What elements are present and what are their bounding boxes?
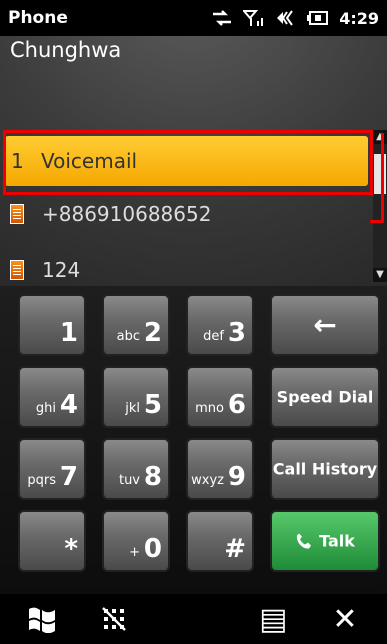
speed-dial-index: 1 <box>11 149 24 173</box>
key-1[interactable]: 1 <box>18 294 86 356</box>
close-icon: ✕ <box>332 601 358 637</box>
speed-dial-button[interactable]: Speed Dial <box>270 366 380 428</box>
key-star[interactable]: * <box>18 510 86 572</box>
contact-card-icon <box>10 204 24 224</box>
status-icons: 4:29 <box>211 9 379 28</box>
list-item[interactable]: +886910688652 <box>0 186 373 242</box>
key-5[interactable]: jkl 5 <box>102 366 170 428</box>
hide-keypad-button[interactable] <box>82 597 146 641</box>
key-8[interactable]: tuv 8 <box>102 438 170 500</box>
key-7[interactable]: pqrs 7 <box>18 438 86 500</box>
scroll-down-arrow-icon[interactable]: ▼ <box>373 268 387 282</box>
data-sync-icon <box>211 9 233 27</box>
key-4[interactable]: ghi 4 <box>18 366 86 428</box>
backspace-button[interactable]: ← <box>270 294 380 356</box>
dial-keypad: 1 abc 2 def 3 ← ghi 4 jkl 5 mno 6 Speed … <box>0 286 387 594</box>
status-time: 4:29 <box>339 8 379 28</box>
list-item[interactable]: 124 <box>0 242 373 282</box>
call-list[interactable]: 1 Voicemail +886910688652 124 <box>0 130 373 282</box>
windows-flag-icon <box>29 607 55 633</box>
annotation-connector <box>370 133 384 223</box>
contact-card-icon <box>10 260 24 280</box>
key-hash[interactable]: # <box>186 510 254 572</box>
key-9[interactable]: wxyz 9 <box>186 438 254 500</box>
backspace-icon: ← <box>313 308 337 342</box>
key-3[interactable]: def 3 <box>186 294 254 356</box>
close-button[interactable]: ✕ <box>313 597 377 641</box>
menu-button[interactable]: ▤ <box>241 597 305 641</box>
phone-screen: Phone 4:29 Chunghwa 1 Voicemail +8869106… <box>0 0 387 644</box>
talk-label: Talk <box>319 531 355 551</box>
app-title: Phone <box>8 8 68 28</box>
key-6[interactable]: mno 6 <box>186 366 254 428</box>
list-item-label: +886910688652 <box>42 202 212 226</box>
list-item-voicemail[interactable]: 1 Voicemail <box>5 136 368 186</box>
signal-icon <box>243 9 265 27</box>
bottom-softkey-bar: ▤ ✕ <box>0 594 387 644</box>
status-bar: Phone 4:29 <box>0 0 387 36</box>
battery-charging-icon <box>307 9 329 27</box>
menu-icon: ▤ <box>259 601 288 637</box>
key-2[interactable]: abc 2 <box>102 294 170 356</box>
hide-keypad-icon <box>101 607 126 631</box>
start-button[interactable] <box>10 597 74 641</box>
talk-button[interactable]: Talk <box>270 510 380 572</box>
call-history-button[interactable]: Call History <box>270 438 380 500</box>
volume-icon <box>275 9 297 27</box>
key-0[interactable]: + 0 <box>102 510 170 572</box>
phone-handset-icon <box>297 533 312 549</box>
list-item-label: 124 <box>42 258 81 282</box>
carrier-name: Chunghwa <box>10 38 122 62</box>
list-item-label: Voicemail <box>41 149 138 173</box>
